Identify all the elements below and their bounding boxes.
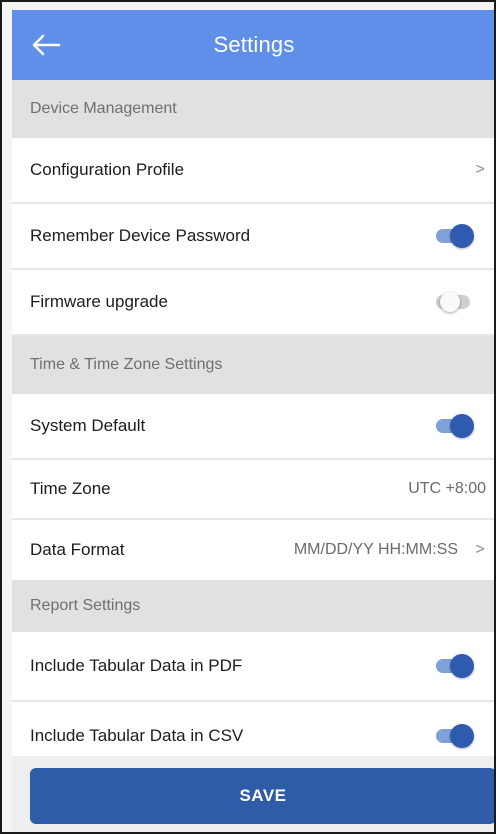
chevron-right-icon: > [475,161,485,178]
section-header-time-settings: Time & Time Zone Settings [12,336,494,394]
tabular-csv-label: Include Tabular Data in CSV [30,726,244,745]
time-zone-label: Time Zone [30,479,111,498]
time-zone-value: UTC +8:00 [408,480,486,497]
chevron-right-icon: > [475,541,485,558]
data-format-label: Data Format [30,540,125,559]
firmware-upgrade-toggle[interactable] [432,288,478,316]
remember-device-password-row: Remember Device Password [12,204,494,270]
page-title: Settings [213,32,295,57]
app-bar: Settings [12,10,494,80]
section-header-device-management: Device Management [12,80,494,138]
tabular-pdf-toggle[interactable] [432,652,478,680]
tabular-csv-toggle[interactable] [432,722,478,750]
section-title: Report Settings [30,597,141,614]
settings-screen: Settings Device Management Configuration… [0,0,496,834]
data-format-row[interactable]: Data Format MM/DD/YY HH:MM:SS > [12,520,494,580]
firmware-upgrade-label: Firmware upgrade [30,292,168,311]
data-format-value: MM/DD/YY HH:MM:SS [293,541,458,558]
save-button[interactable]: SAVE [30,768,494,824]
arrow-left-icon [32,34,61,56]
system-default-toggle[interactable] [432,412,478,440]
system-default-label: System Default [30,416,146,435]
footer-bar: SAVE [12,756,494,832]
tabular-pdf-row: Include Tabular Data in PDF [12,632,494,702]
section-title: Time & Time Zone Settings [30,356,223,373]
remember-device-password-toggle[interactable] [432,222,478,250]
configuration-profile-label: Configuration Profile [30,160,185,179]
section-title: Device Management [30,100,177,117]
system-default-row: System Default [12,394,494,460]
tabular-pdf-label: Include Tabular Data in PDF [30,656,243,675]
section-header-report-settings: Report Settings [12,580,494,632]
time-zone-row[interactable]: Time Zone UTC +8:00 [12,460,494,520]
firmware-upgrade-row: Firmware upgrade [12,270,494,336]
settings-list: Device Management Configuration Profile … [12,80,494,772]
back-button[interactable] [28,30,64,60]
remember-device-password-label: Remember Device Password [30,226,251,245]
configuration-profile-row[interactable]: Configuration Profile > [12,138,494,204]
